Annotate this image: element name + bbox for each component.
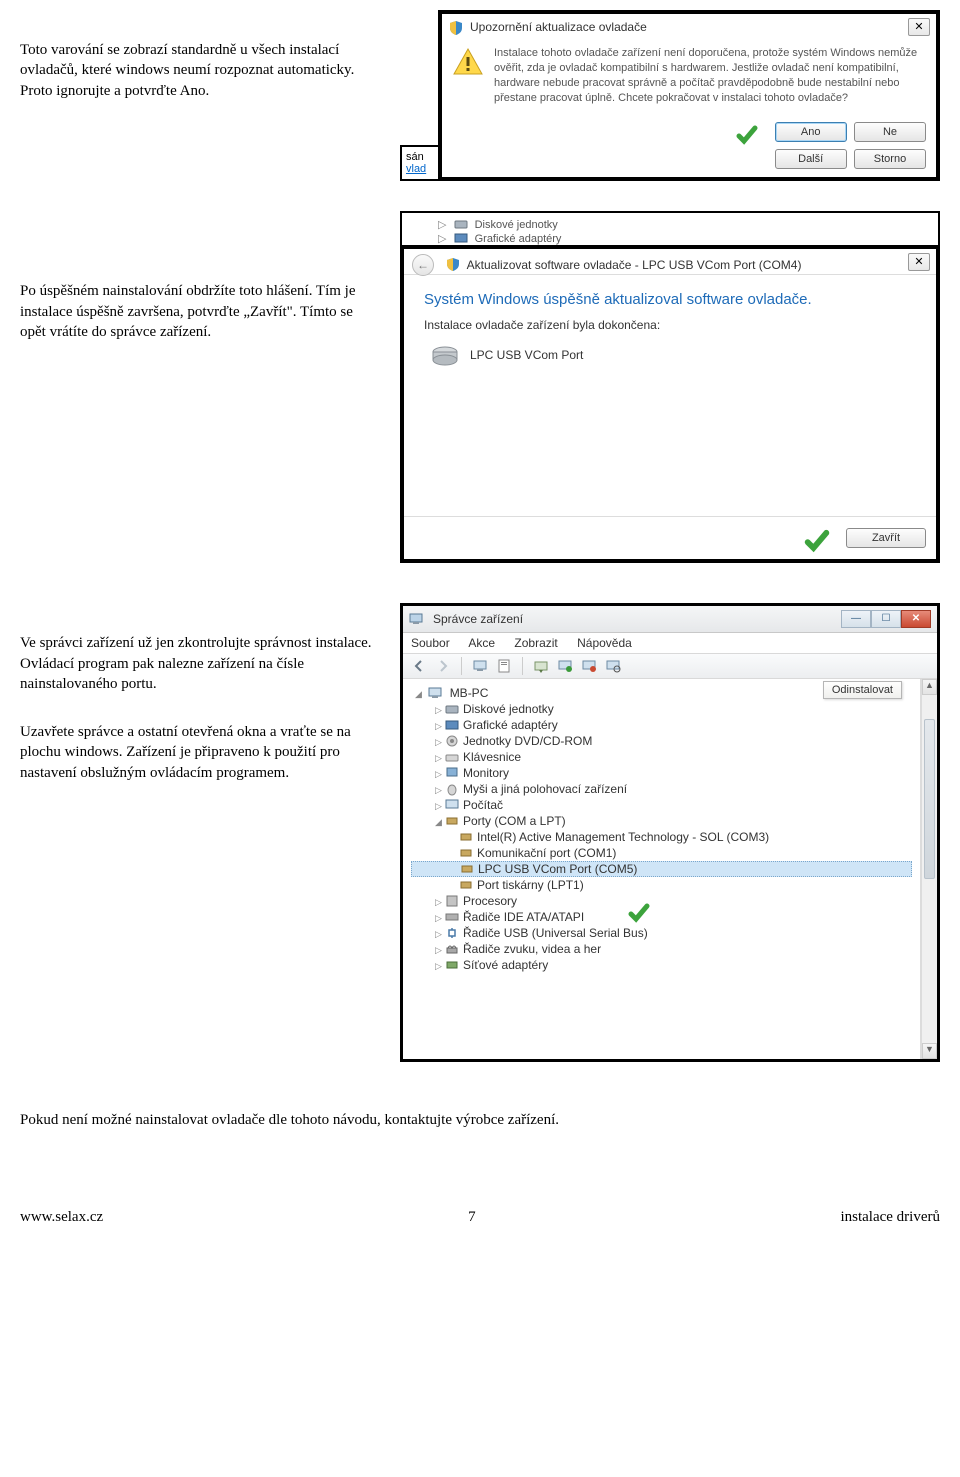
tree-item[interactable]: ▷Myši a jiná polohovací zařízení [411, 781, 912, 797]
wizard-subtext: Instalace ovladače zařízení byla dokonče… [404, 314, 936, 338]
footer-left: www.selax.cz [20, 1209, 103, 1226]
maximize-button[interactable]: ☐ [871, 610, 901, 628]
tree-item[interactable]: ▷Klávesnice [411, 749, 912, 765]
tree-item[interactable]: ▷Řadiče IDE ATA/ATAPI [411, 909, 912, 925]
scrollbar[interactable]: ▲ ▼ [921, 679, 937, 1059]
footer-page-number: 7 [468, 1209, 476, 1226]
devmgr-app-icon [409, 612, 423, 626]
disk-icon [454, 217, 468, 231]
tree-item[interactable]: ▷Grafické adaptéry [411, 717, 912, 733]
devmgr-title: Správce zařízení [433, 612, 523, 626]
toolbar-back-icon[interactable] [411, 658, 427, 674]
tree-item[interactable]: ▷Síťové adaptéry [411, 957, 912, 973]
frag-text1: sán [406, 151, 434, 163]
toolbar-refresh-icon[interactable] [557, 658, 573, 674]
devmgr-fragment: ▷ Diskové jednotky ▷ Grafické adaptéry [400, 211, 940, 249]
computer-icon [428, 686, 442, 700]
tree-item[interactable]: ▷Řadiče zvuku, videa a her [411, 941, 912, 957]
close-button[interactable]: Zavřít [846, 528, 926, 548]
menu-action[interactable]: Akce [468, 636, 495, 650]
scroll-down-button[interactable]: ▼ [922, 1043, 937, 1059]
section1-para: Toto varování se zobrazí standardně u vš… [20, 40, 380, 101]
toolbar-prop-icon[interactable] [496, 658, 512, 674]
toolbar-fwd-icon[interactable] [435, 658, 451, 674]
section2-image: ▷ Diskové jednotky ▷ Grafické adaptéry ✕… [400, 211, 940, 563]
warning-icon [452, 46, 484, 78]
page-footer: www.selax.cz 7 instalace driverů [20, 1209, 940, 1226]
tree-port-item[interactable]: Komunikační port (COM1) [411, 845, 912, 861]
section1-image: sán vlad ✕ Upozornění aktualizace ovlada… [400, 10, 940, 181]
dialog-title: Upozornění aktualizace ovladače [442, 14, 936, 38]
toolbar-uninstall-icon[interactable] [581, 658, 597, 674]
tree-item[interactable]: ▷Řadiče USB (Universal Serial Bus) [411, 925, 912, 941]
tooltip: Odinstalovat [823, 681, 902, 699]
devmgr-toolbar [403, 654, 937, 679]
drive-icon [430, 344, 460, 366]
scroll-up-button[interactable]: ▲ [922, 679, 937, 695]
devmgr-menubar[interactable]: Soubor Akce Zobrazit Nápověda [403, 633, 937, 654]
tree-port-item[interactable]: Port tiskárny (LPT1) [411, 877, 912, 893]
tree-item[interactable]: ▷Procesory [411, 893, 912, 909]
tree-item[interactable]: ▷Diskové jednotky [411, 701, 912, 717]
final-note: Pokud není možné nainstalovat ovladače d… [20, 1112, 940, 1129]
no-button[interactable]: Ne [854, 122, 926, 142]
shield-icon [448, 20, 464, 36]
yes-button[interactable]: Ano [775, 122, 847, 142]
next-button[interactable]: Další [775, 149, 847, 169]
scroll-thumb[interactable] [924, 719, 935, 879]
device-manager-window: Správce zařízení — ☐ ✕ Soubor Akce Zobra… [400, 603, 940, 1062]
check-icon [735, 123, 759, 147]
toolbar-update-icon[interactable] [533, 658, 549, 674]
check-icon [803, 527, 831, 555]
section3-para1: Ve správci zařízení už jen zkontrolujte … [20, 633, 380, 694]
section2-para: Po úspěšném nainstalování obdržíte toto … [20, 281, 380, 342]
devmgr-titlebar: Správce zařízení — ☐ ✕ [403, 606, 937, 633]
device-row: LPC USB VCom Port [404, 338, 936, 376]
back-button[interactable]: ← [412, 254, 434, 276]
toolbar-pc-icon[interactable] [472, 658, 488, 674]
section1-text: Toto varování se zobrazí standardně u vš… [20, 10, 400, 105]
window-close-button[interactable]: ✕ [901, 610, 931, 628]
tree-item[interactable]: ▷Jednotky DVD/CD-ROM [411, 733, 912, 749]
section2-text: Po úspěšném nainstalování obdržíte toto … [20, 211, 400, 346]
gpu-icon [454, 231, 468, 245]
warning-dialog: ✕ Upozornění aktualizace ovladače Instal… [438, 10, 940, 181]
tree-item-ports[interactable]: ◢Porty (COM a LPT) [411, 813, 912, 829]
tree-port-item[interactable]: Intel(R) Active Management Technology - … [411, 829, 912, 845]
menu-file[interactable]: Soubor [411, 636, 450, 650]
minimize-button[interactable]: — [841, 610, 871, 628]
success-dialog: ✕ ← Aktualizovat software ovladače - LPC… [400, 245, 940, 563]
cancel-button[interactable]: Storno [854, 149, 926, 169]
section3-image: Správce zařízení — ☐ ✕ Soubor Akce Zobra… [400, 603, 940, 1062]
wizard-heading: Systém Windows úspěšně aktualizoval soft… [404, 275, 936, 314]
tree-port-item-selected[interactable]: LPC USB VCom Port (COM5) [411, 861, 912, 877]
section3-para2: Uzavřete správce a ostatní otevřená okna… [20, 722, 380, 783]
tree-item[interactable]: ▷Počítač [411, 797, 912, 813]
device-tree[interactable]: Odinstalovat ◢ MB-PC ▷Diskové jednotky ▷… [403, 679, 921, 1059]
wizard-header: ← Aktualizovat software ovladače - LPC U… [404, 249, 936, 275]
tree-item[interactable]: ▷Monitory [411, 765, 912, 781]
overlay-check-icon [627, 901, 651, 925]
shield-icon [446, 257, 460, 271]
toolbar-scan-icon[interactable] [605, 658, 621, 674]
menu-view[interactable]: Zobrazit [514, 636, 557, 650]
frag-link[interactable]: vlad [406, 163, 434, 175]
menu-help[interactable]: Nápověda [577, 636, 632, 650]
section3-text: Ve správci zařízení už jen zkontrolujte … [20, 603, 400, 787]
footer-right: instalace driverů [840, 1209, 940, 1226]
dialog-body-text: Instalace tohoto ovladače zařízení není … [494, 46, 926, 105]
